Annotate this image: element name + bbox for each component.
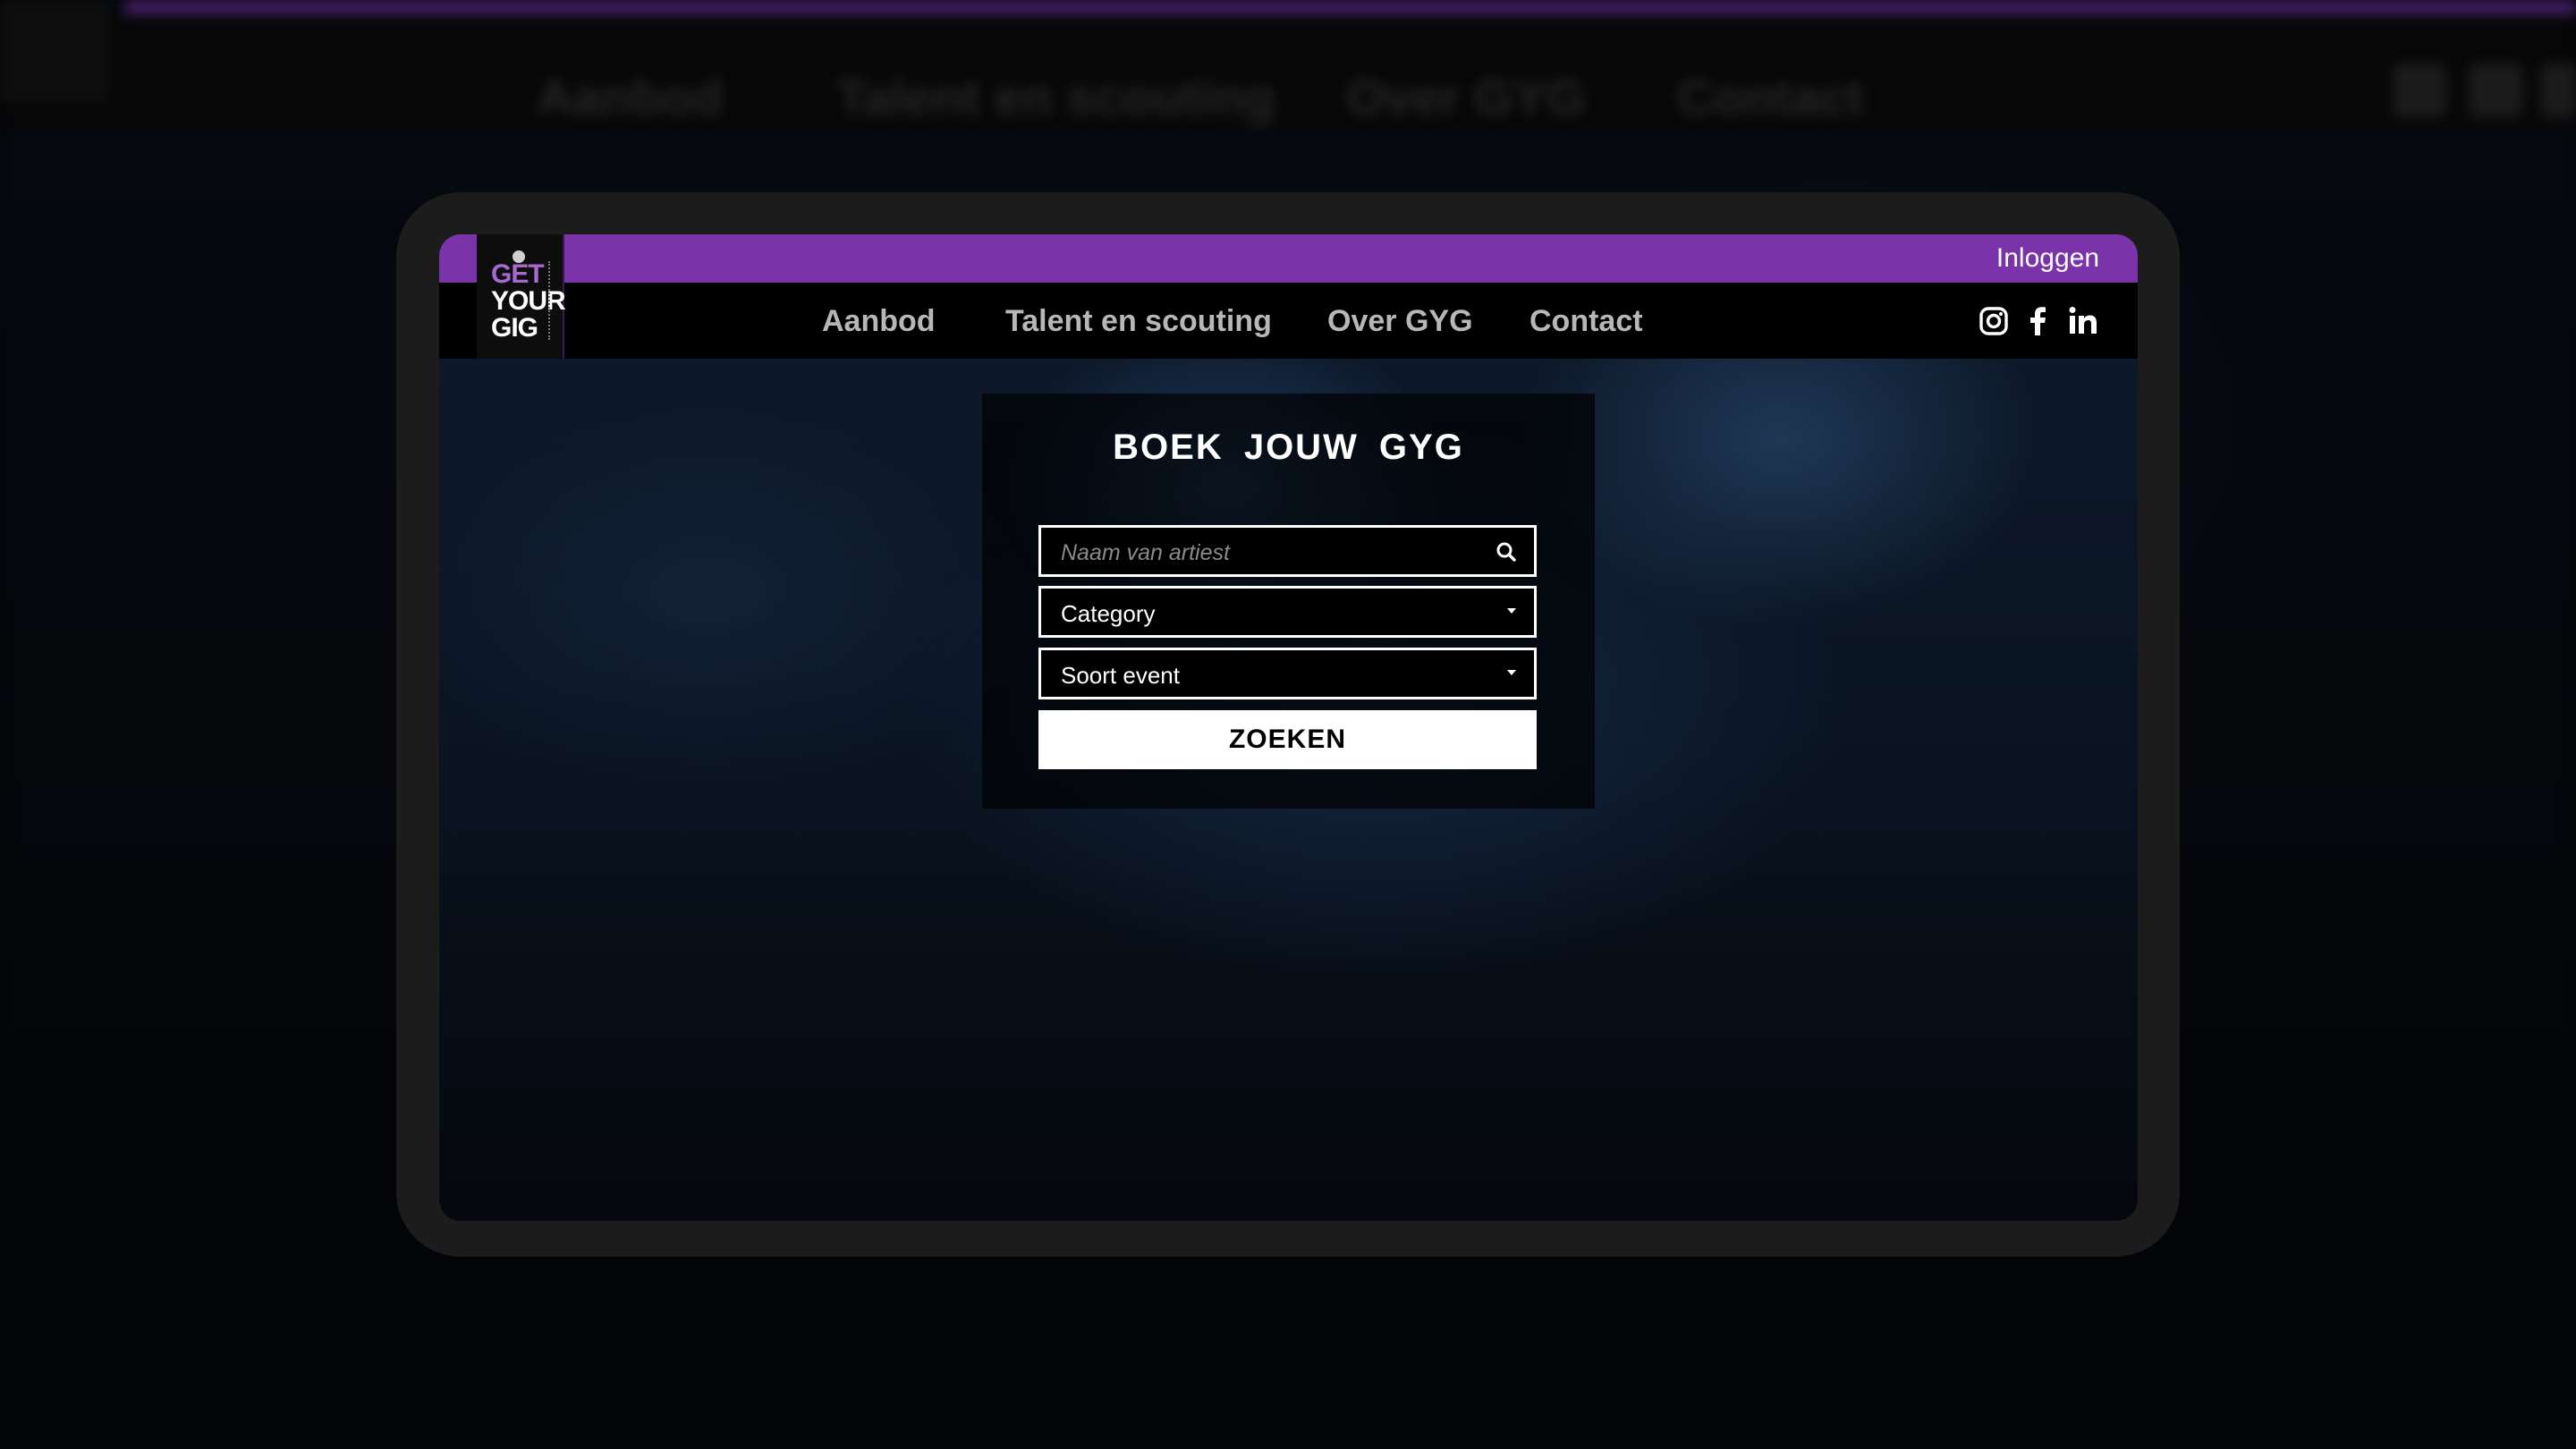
artist-search-placeholder: Naam van artiest xyxy=(1061,540,1230,565)
nav-link-contact[interactable]: Contact xyxy=(1530,304,1643,339)
login-link[interactable]: Inloggen xyxy=(1996,243,2099,274)
chevron-down-icon xyxy=(1507,670,1516,675)
linkedin-icon[interactable] xyxy=(2067,305,2099,337)
booking-search-panel: BOEK JOUW GYG Naam van artiest Category … xyxy=(982,394,1595,809)
event-type-select-value: Soort event xyxy=(1061,662,1180,689)
artist-search-input[interactable]: Naam van artiest xyxy=(1038,525,1537,577)
chevron-down-icon xyxy=(1507,608,1516,614)
nav-link-talent-en-scouting[interactable]: Talent en scouting xyxy=(1005,304,1272,339)
search-icon[interactable] xyxy=(1495,540,1518,564)
nav-link-aanbod[interactable]: Aanbod xyxy=(822,304,936,339)
main-navigation: Aanbod Talent en scouting Over GYG Conta… xyxy=(439,283,2138,359)
instagram-icon[interactable] xyxy=(1978,305,2010,337)
search-title: BOEK JOUW GYG xyxy=(1113,428,1464,467)
facebook-icon[interactable] xyxy=(2022,305,2055,337)
logo-text-line: GIG xyxy=(491,313,538,343)
event-type-select[interactable]: Soort event xyxy=(1038,648,1537,699)
device-screen: Inloggen Aanbod Talent en scouting Over … xyxy=(439,234,2138,1221)
logo-side-decoration xyxy=(548,261,555,340)
top-bar: Inloggen xyxy=(439,234,2138,283)
category-select-value: Category xyxy=(1061,600,1156,627)
logo[interactable]: GET YOUR GIG xyxy=(477,234,566,359)
search-submit-button[interactable]: ZOEKEN xyxy=(1038,710,1537,769)
nav-link-over-gyg[interactable]: Over GYG xyxy=(1327,304,1473,339)
category-select[interactable]: Category xyxy=(1038,586,1537,638)
logo-text-line: GET xyxy=(491,259,545,289)
